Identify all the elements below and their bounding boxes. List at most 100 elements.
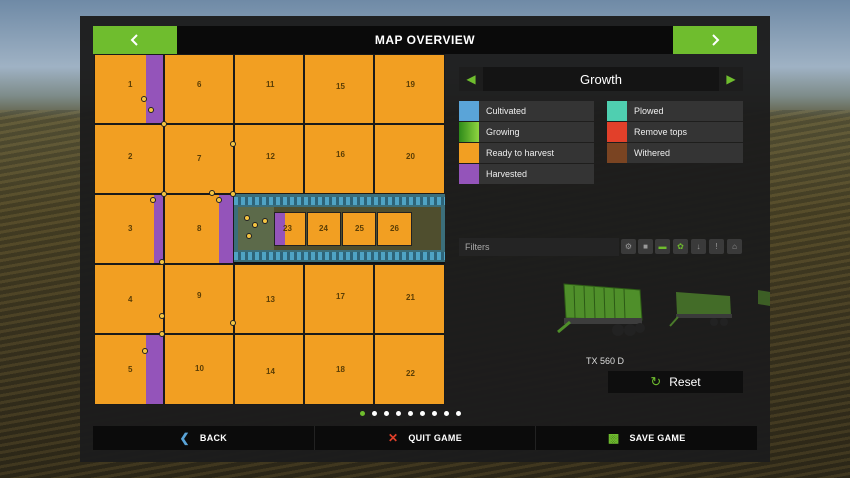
legend-label: Plowed	[634, 106, 664, 116]
farm-filter-icon[interactable]: ⌂	[727, 239, 742, 254]
map-marker-icon[interactable]	[252, 222, 258, 228]
legend-item-cultivated[interactable]: Cultivated	[459, 101, 594, 121]
harvested-swatch	[459, 164, 479, 184]
tractor-filter-icon[interactable]: ⚙	[621, 239, 636, 254]
legend-item-withered[interactable]: Withered	[607, 143, 743, 163]
vehicle-preview-image[interactable]	[556, 270, 652, 350]
page-dot[interactable]	[396, 411, 401, 416]
field-6[interactable]	[164, 54, 234, 124]
page-dot[interactable]	[360, 411, 365, 416]
legend-item-remove-tops[interactable]: Remove tops	[607, 122, 743, 142]
map-marker-icon[interactable]	[159, 313, 165, 319]
ready-to-harvest-swatch	[459, 143, 479, 163]
field-number: 13	[266, 295, 275, 304]
legend-label: Remove tops	[634, 127, 688, 137]
remove-tops-swatch	[607, 122, 627, 142]
map-layer-selector[interactable]: ◀ Growth ▶	[459, 67, 743, 91]
page-dot[interactable]	[444, 411, 449, 416]
page-indicator	[360, 411, 461, 419]
page-dot[interactable]	[384, 411, 389, 416]
legend-item-plowed[interactable]: Plowed	[607, 101, 743, 121]
legend-item-ready-to-harvest[interactable]: Ready to harvest	[459, 143, 594, 163]
road-rail-top	[234, 197, 445, 205]
legend-label: Harvested	[486, 169, 528, 179]
sell-point-filter-icon[interactable]: ↓	[691, 239, 706, 254]
page-dot[interactable]	[372, 411, 377, 416]
map-marker-icon[interactable]	[159, 331, 165, 337]
legend-label: Ready to harvest	[486, 148, 555, 158]
map-marker-icon[interactable]	[148, 107, 154, 113]
next-page-button[interactable]	[673, 26, 757, 54]
plowed-swatch	[607, 101, 627, 121]
tools-filter-icon[interactable]: ✿	[673, 239, 688, 254]
vehicle-preview-image-alt[interactable]	[668, 284, 738, 334]
save-game-button[interactable]: ▩ SAVE GAME	[536, 426, 757, 450]
field-number: 7	[197, 154, 202, 163]
field-number: 6	[197, 80, 202, 89]
map-marker-icon[interactable]	[230, 320, 236, 326]
field-number: 16	[336, 150, 345, 159]
field-number: 1	[128, 80, 133, 89]
map-marker-icon[interactable]	[161, 191, 167, 197]
map-marker-icon[interactable]	[141, 96, 147, 102]
legend-label: Growing	[486, 127, 520, 137]
field-number: 3	[128, 224, 133, 233]
trailer-filter-icon[interactable]: ▬	[655, 239, 670, 254]
map-marker-icon[interactable]	[142, 348, 148, 354]
field-number: 10	[195, 364, 204, 373]
field-number: 18	[336, 365, 345, 374]
reset-icon: ↻	[650, 374, 662, 389]
field-number: 21	[406, 293, 415, 302]
page-title: MAP OVERVIEW	[374, 33, 476, 47]
map-marker-icon[interactable]	[161, 121, 167, 127]
back-arrow-icon: ❮	[179, 431, 190, 445]
map-marker-icon[interactable]	[150, 197, 156, 203]
vehicle-preview-image-partial	[758, 290, 770, 306]
chevron-right-icon	[712, 34, 720, 46]
legend-item-harvested[interactable]: Harvested	[459, 164, 594, 184]
road-rail-bottom	[234, 252, 445, 260]
field-number: 8	[197, 224, 202, 233]
field-11[interactable]	[234, 54, 304, 124]
field-16[interactable]	[304, 124, 374, 194]
page-dot[interactable]	[408, 411, 413, 416]
legend-label: Cultivated	[486, 106, 527, 116]
field-number: 9	[197, 291, 202, 300]
quit-game-button[interactable]: ✕ QUIT GAME	[315, 426, 537, 450]
field-number: 2	[128, 152, 133, 161]
field-number: 11	[266, 80, 275, 89]
page-dot[interactable]	[432, 411, 437, 416]
back-button[interactable]: ❮ BACK	[93, 426, 315, 450]
reset-label: Reset	[669, 375, 701, 389]
prev-page-button[interactable]	[93, 26, 177, 54]
map-marker-icon[interactable]	[209, 190, 215, 196]
reset-button[interactable]: ↻ Reset	[608, 371, 743, 393]
harvested-strip	[219, 195, 233, 263]
field-number: 26	[390, 224, 399, 233]
vehicle-name: TX 560 D	[585, 356, 625, 366]
chevron-right-icon[interactable]: ▶	[719, 67, 743, 91]
quit-label: QUIT GAME	[408, 433, 463, 443]
map-marker-icon[interactable]	[159, 259, 165, 265]
map-marker-icon[interactable]	[230, 141, 236, 147]
map-marker-icon[interactable]	[230, 191, 236, 197]
map-marker-icon[interactable]	[262, 218, 268, 224]
field-number: 23	[283, 224, 292, 233]
page-dot[interactable]	[456, 411, 461, 416]
save-label: SAVE GAME	[629, 433, 686, 443]
map-marker-icon[interactable]	[216, 197, 222, 203]
info-filter-icon[interactable]: !	[709, 239, 724, 254]
chevron-left-icon[interactable]: ◀	[459, 67, 483, 91]
harvested-strip	[154, 195, 163, 263]
field-number: 25	[355, 224, 364, 233]
field-number: 5	[128, 365, 133, 374]
car-filter-icon[interactable]: ■	[638, 239, 653, 254]
legend-item-growing[interactable]: Growing	[459, 122, 594, 142]
page-dot[interactable]	[420, 411, 425, 416]
map-marker-icon[interactable]	[246, 233, 252, 239]
withered-swatch	[607, 143, 627, 163]
back-label: BACK	[199, 433, 228, 443]
map-marker-icon[interactable]	[244, 215, 250, 221]
field-19[interactable]	[374, 54, 445, 124]
harvested-strip	[146, 55, 163, 123]
